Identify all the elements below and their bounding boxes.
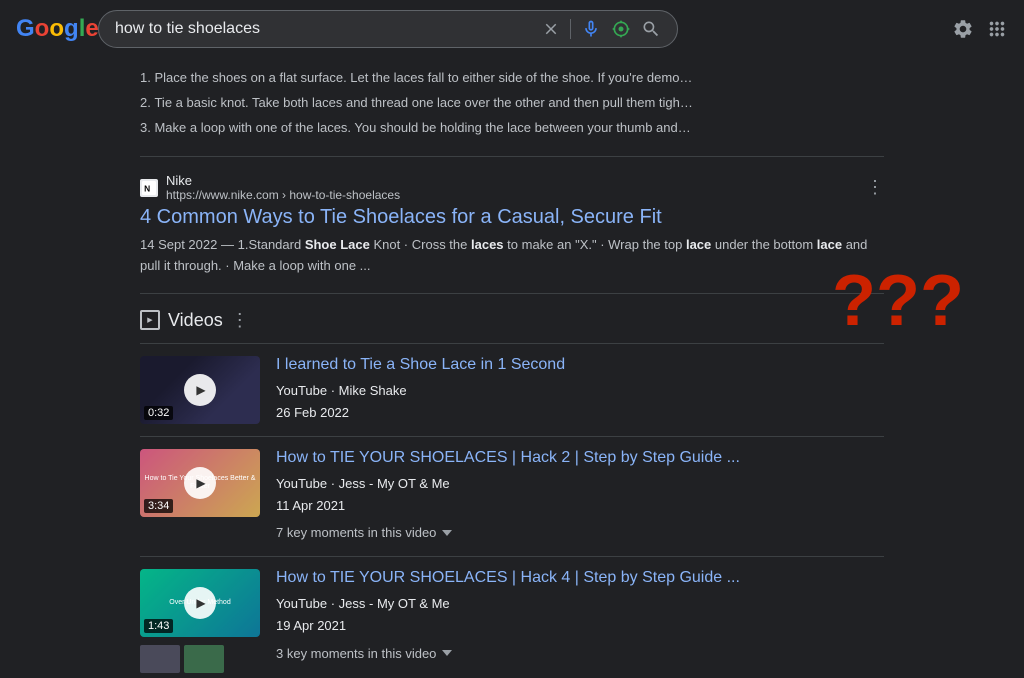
- search-input[interactable]: [115, 20, 534, 38]
- video-thumbnail-1[interactable]: 0:32: [140, 356, 260, 424]
- clear-icon: [542, 20, 560, 38]
- apps-icon: [986, 18, 1008, 40]
- video-meta-3: YouTube · Jess - My OT & Me 19 Apr 2021: [276, 593, 884, 637]
- google-logo: Google: [16, 15, 86, 43]
- step-2: 2. Tie a basic knot. Take both laces and…: [140, 91, 884, 116]
- video-date-1: 26 Feb 2022: [276, 405, 349, 420]
- section-header: Videos ⋮: [140, 310, 884, 331]
- video-title-1[interactable]: I learned to Tie a Shoe Lace in 1 Second: [276, 356, 884, 374]
- lens-icon: [611, 19, 631, 39]
- video-platform-3: YouTube: [276, 596, 327, 611]
- result-snippet: 14 Sept 2022 — 1.Standard Shoe Lace Knot…: [140, 235, 884, 277]
- header: Google: [0, 0, 1024, 58]
- apps-button[interactable]: [986, 18, 1008, 40]
- source-menu-button[interactable]: ⋮: [866, 177, 884, 198]
- source-header: N Nike https://www.nike.com › how-to-tie…: [140, 173, 884, 202]
- clear-button[interactable]: [542, 20, 560, 38]
- video-info-1: I learned to Tie a Shoe Lace in 1 Second…: [276, 356, 884, 424]
- video-date-3: 19 Apr 2021: [276, 618, 346, 633]
- chevron-down-icon-2: [442, 530, 452, 536]
- section-title: Videos: [168, 310, 223, 331]
- search-icon: [641, 19, 661, 39]
- result-title[interactable]: 4 Common Ways to Tie Shoelaces for a Cas…: [140, 206, 884, 229]
- step-1: 1. Place the shoes on a flat surface. Le…: [140, 66, 884, 91]
- video-thumbnail-2[interactable]: How to Tie Your Shoelaces Better & Faste…: [140, 449, 260, 517]
- video-date-2: 11 Apr 2021: [276, 498, 345, 513]
- thumb-strip-3: [140, 645, 260, 673]
- video-duration-1: 0:32: [144, 406, 173, 420]
- search-divider: [570, 19, 571, 39]
- settings-button[interactable]: [952, 18, 974, 40]
- section-menu-button[interactable]: ⋮: [231, 310, 249, 331]
- search-submit-button[interactable]: [641, 19, 661, 39]
- video-play-button-2[interactable]: [184, 467, 216, 499]
- source-url: https://www.nike.com › how-to-tie-shoela…: [166, 188, 400, 202]
- voice-search-button[interactable]: [581, 19, 601, 39]
- main-content: 1. Place the shoes on a flat surface. Le…: [0, 58, 1024, 678]
- video-thumbnail-3[interactable]: Over Under Method 1:43: [140, 569, 260, 637]
- video-channel-1: Mike Shake: [339, 383, 407, 398]
- svg-text:N: N: [144, 183, 150, 193]
- thumb-strip-img-1: [140, 645, 180, 673]
- video-thumb-col-3: Over Under Method 1:43: [140, 569, 260, 673]
- microphone-icon: [581, 19, 601, 39]
- thumb-strip-img-2: [184, 645, 224, 673]
- video-section-icon: [140, 310, 160, 330]
- chevron-down-icon-3: [442, 650, 452, 656]
- video-play-button-1[interactable]: [184, 374, 216, 406]
- video-info-3: How to TIE YOUR SHOELACES | Hack 4 | Ste…: [276, 569, 884, 673]
- video-info-2: How to TIE YOUR SHOELACES | Hack 2 | Ste…: [276, 449, 884, 544]
- video-duration-2: 3:34: [144, 499, 173, 513]
- search-icon-group: [542, 19, 661, 39]
- video-play-button-3[interactable]: [184, 587, 216, 619]
- key-moments-2[interactable]: 7 key moments in this video: [276, 517, 884, 544]
- video-platform-2: YouTube: [276, 476, 327, 491]
- video-platform-1: YouTube: [276, 383, 327, 398]
- nike-result: N Nike https://www.nike.com › how-to-tie…: [140, 157, 884, 293]
- video-item-1: 0:32 I learned to Tie a Shoe Lace in 1 S…: [140, 343, 884, 436]
- video-title-3[interactable]: How to TIE YOUR SHOELACES | Hack 4 | Ste…: [276, 569, 884, 587]
- key-moments-3[interactable]: 3 key moments in this video: [276, 638, 884, 665]
- video-meta-2: YouTube · Jess - My OT & Me 11 Apr 2021: [276, 473, 884, 517]
- source-info: Nike https://www.nike.com › how-to-tie-s…: [166, 173, 400, 202]
- video-item-2: How to Tie Your Shoelaces Better & Faste…: [140, 436, 884, 556]
- key-moments-label-2: 7 key moments in this video: [276, 525, 436, 540]
- lens-search-button[interactable]: [611, 19, 631, 39]
- key-moments-label-3: 3 key moments in this video: [276, 646, 436, 661]
- source-name: Nike: [166, 173, 400, 188]
- video-channel-3: Jess - My OT & Me: [339, 596, 450, 611]
- video-duration-3: 1:43: [144, 619, 173, 633]
- search-bar: [98, 10, 678, 48]
- video-channel-2: Jess - My OT & Me: [339, 476, 450, 491]
- gear-icon: [952, 18, 974, 40]
- step-3: 3. Make a loop with one of the laces. Yo…: [140, 116, 884, 141]
- steps-snippet: 1. Place the shoes on a flat surface. Le…: [140, 58, 884, 157]
- header-right: [952, 18, 1008, 40]
- nike-favicon: N: [140, 179, 158, 197]
- videos-section: Videos ⋮ 0:32 I learned to Tie a Shoe La…: [140, 293, 884, 678]
- video-title-2[interactable]: How to TIE YOUR SHOELACES | Hack 2 | Ste…: [276, 449, 884, 467]
- video-meta-1: YouTube · Mike Shake 26 Feb 2022: [276, 380, 884, 424]
- video-item-3: Over Under Method 1:43 How to TIE YOUR S…: [140, 556, 884, 678]
